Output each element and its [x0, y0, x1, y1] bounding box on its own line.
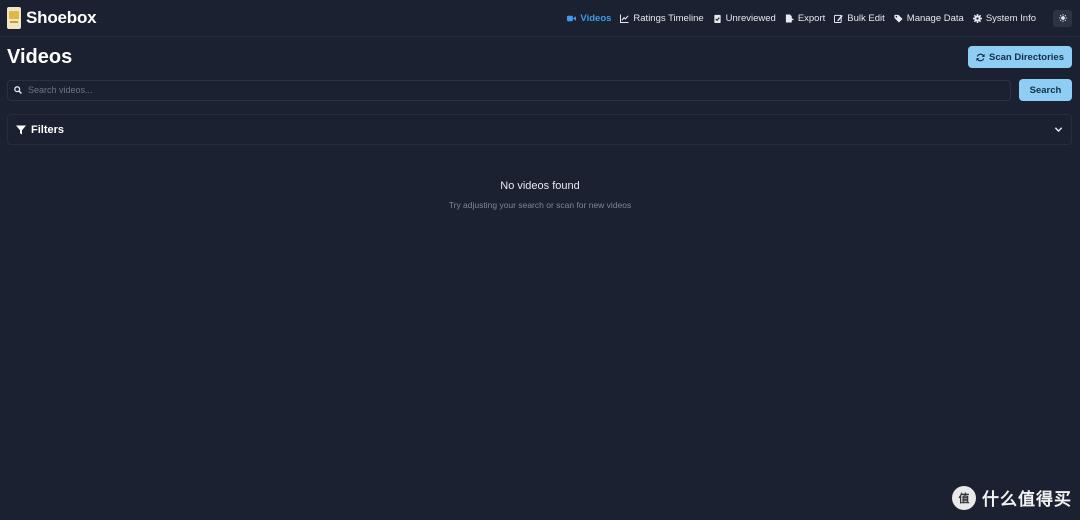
- nav-label: Videos: [580, 12, 612, 24]
- filters-label: Filters: [31, 123, 65, 136]
- nav-item-videos[interactable]: Videos: [567, 13, 611, 24]
- gear-icon: [972, 13, 982, 23]
- edit-icon: [834, 14, 844, 23]
- nav-label: Export: [797, 12, 826, 24]
- search-button-label: Search: [1029, 84, 1062, 96]
- watermark: 值 什么值得买: [952, 485, 1072, 510]
- empty-state: No videos found Try adjusting your searc…: [0, 180, 1080, 210]
- nav-item-ratings-timeline[interactable]: Ratings Timeline: [620, 12, 704, 24]
- sync-icon: [976, 53, 985, 61]
- nav-item-bulk-edit[interactable]: Bulk Edit: [834, 13, 885, 24]
- nav-item-manage-data[interactable]: Manage Data: [894, 13, 964, 24]
- nav-item-system-info[interactable]: System Info: [972, 12, 1036, 24]
- shoebox-logo-icon: [7, 7, 21, 29]
- search-input[interactable]: [28, 85, 1004, 95]
- top-navbar: Shoebox Videos Ratings Timeline Unreview…: [0, 0, 1080, 37]
- search-icon: [14, 86, 22, 94]
- brand[interactable]: Shoebox: [7, 7, 97, 29]
- empty-state-subtitle: Try adjusting your search or scan for ne…: [448, 200, 632, 210]
- nav-label: Ratings Timeline: [633, 12, 704, 24]
- empty-state-title: No videos found: [500, 180, 580, 192]
- video-camera-icon: [567, 15, 577, 21]
- svg-text:值: 值: [959, 491, 970, 505]
- search-button[interactable]: Search: [1019, 79, 1072, 101]
- chevron-down-icon: [1054, 127, 1063, 133]
- page-title: Videos: [7, 45, 73, 68]
- nav-item-unreviewed[interactable]: Unreviewed: [713, 13, 776, 24]
- nav-label: Unreviewed: [725, 12, 776, 24]
- clipboard-check-icon: [713, 14, 721, 23]
- nav-label: System Info: [985, 12, 1036, 24]
- watermark-text: 什么值得买: [982, 490, 1072, 509]
- page-header: Videos Scan Directories: [0, 45, 1080, 69]
- sun-icon: [1058, 14, 1067, 22]
- theme-toggle-button[interactable]: [1053, 9, 1072, 27]
- chart-line-icon: [620, 13, 629, 23]
- filters-header: Filters: [16, 124, 64, 136]
- app-name: Shoebox: [26, 8, 97, 27]
- scan-directories-label: Scan Directories: [989, 51, 1064, 63]
- nav-label: Manage Data: [906, 12, 964, 24]
- nav-label: Bulk Edit: [847, 12, 885, 24]
- search-row: Search: [0, 79, 1080, 101]
- nav-item-export[interactable]: Export: [785, 13, 825, 24]
- watermark-glyph-icon: 值: [959, 491, 970, 505]
- main-nav: Videos Ratings Timeline Unreviewed Expor…: [567, 9, 1072, 27]
- filters-toggle[interactable]: Filters: [7, 114, 1072, 145]
- search-box: [7, 79, 1011, 101]
- filter-icon: [16, 125, 26, 134]
- watermark-logo-icon: 值: [952, 485, 976, 510]
- file-export-icon: [785, 13, 794, 23]
- tags-icon: [894, 14, 903, 23]
- scan-directories-button[interactable]: Scan Directories: [968, 46, 1072, 68]
